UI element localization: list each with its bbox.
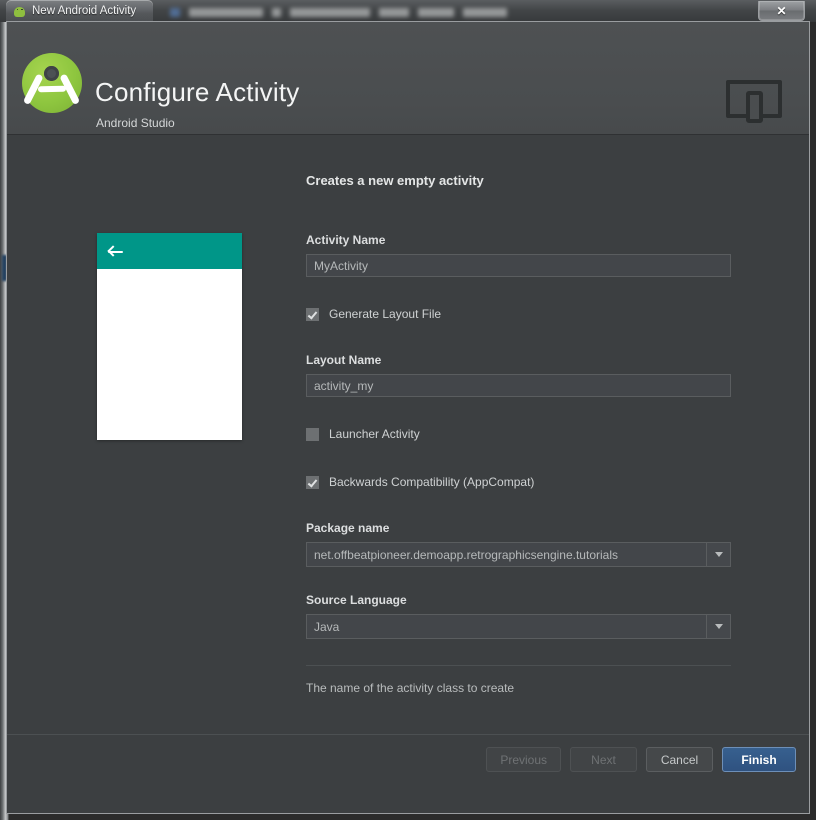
android-robot-icon	[13, 5, 26, 18]
preview-appbar	[97, 233, 242, 269]
package-name-label: Package name	[306, 521, 390, 535]
source-language-label: Source Language	[306, 593, 407, 607]
back-arrow-icon	[108, 244, 123, 259]
chevron-down-icon[interactable]	[706, 543, 730, 566]
section-title: Creates a new empty activity	[306, 173, 484, 188]
generate-layout-checkbox-row[interactable]: Generate Layout File	[306, 305, 731, 323]
close-icon[interactable]: ✕	[758, 1, 805, 21]
dialog-frame: Configure Activity Android Studio Create…	[6, 21, 810, 814]
cancel-button[interactable]: Cancel	[646, 747, 713, 772]
activity-name-input[interactable]	[306, 254, 731, 277]
package-name-value: net.offbeatpioneer.demoapp.retrographics…	[314, 547, 618, 562]
android-studio-logo-icon	[22, 53, 82, 113]
backwards-compatibility-label: Backwards Compatibility (AppCompat)	[329, 475, 535, 489]
launcher-activity-checkbox-row[interactable]: Launcher Activity	[306, 425, 731, 443]
new-android-activity-dialog: New Android Activity ✕ Configure Activit…	[6, 0, 810, 814]
finish-button[interactable]: Finish	[722, 747, 796, 772]
activity-name-label: Activity Name	[306, 233, 386, 247]
dialog-button-row: Previous Next Cancel Finish	[486, 747, 796, 772]
layout-name-input[interactable]	[306, 374, 731, 397]
device-preview-icon	[726, 80, 782, 123]
generate-layout-label: Generate Layout File	[329, 307, 442, 321]
dialog-content: Creates a new empty activity Activity Na…	[7, 135, 809, 775]
dialog-titlebar[interactable]: New Android Activity ✕	[6, 0, 810, 22]
source-language-value: Java	[314, 619, 340, 634]
activity-config-form: Activity Name Generate Layout File Layou…	[306, 233, 731, 695]
launcher-activity-checkbox[interactable]	[306, 427, 319, 441]
layout-name-label: Layout Name	[306, 353, 382, 367]
dialog-title-tab: New Android Activity	[6, 0, 153, 22]
page-subtitle: Android Studio	[96, 116, 175, 130]
generate-layout-checkbox[interactable]	[306, 307, 319, 321]
help-text: The name of the activity class to create	[306, 681, 515, 695]
dialog-title-text: New Android Activity	[32, 5, 137, 17]
source-language-combobox[interactable]: Java	[306, 614, 731, 639]
launcher-activity-label: Launcher Activity	[329, 427, 420, 441]
backwards-compatibility-checkbox-row[interactable]: Backwards Compatibility (AppCompat)	[306, 473, 731, 491]
chevron-down-icon[interactable]	[706, 615, 730, 638]
page-title: Configure Activity	[95, 77, 300, 107]
previous-button[interactable]: Previous	[486, 747, 561, 772]
activity-preview-thumbnail	[97, 233, 242, 440]
dialog-footer: Previous Next Cancel Finish	[7, 734, 809, 813]
next-button[interactable]: Next	[570, 747, 637, 772]
backwards-compatibility-checkbox[interactable]	[306, 475, 319, 489]
dialog-header-banner: Configure Activity Android Studio	[7, 22, 809, 135]
package-name-combobox[interactable]: net.offbeatpioneer.demoapp.retrographics…	[306, 542, 731, 567]
